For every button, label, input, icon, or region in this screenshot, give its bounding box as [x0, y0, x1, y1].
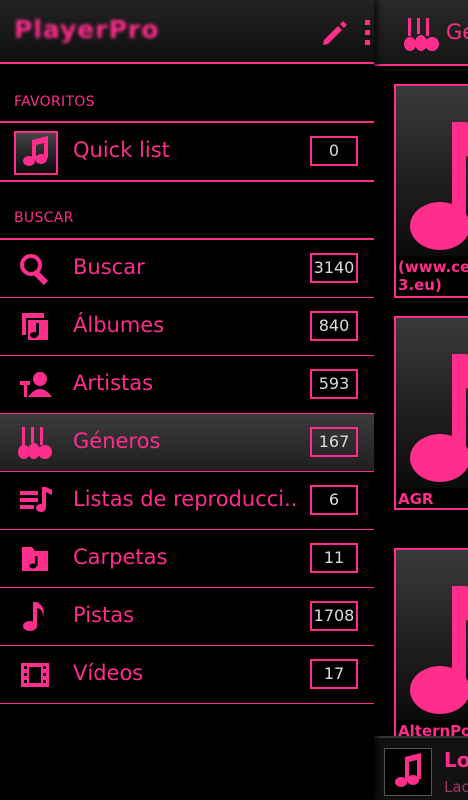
drawer-item-pistas[interactable]: Pistas 1708 [0, 588, 374, 646]
item-count-badge: 840 [310, 311, 358, 341]
app-logo: PlayerPro [14, 15, 160, 44]
genres-title: Ge [446, 20, 468, 44]
playlist-icon [20, 487, 52, 512]
drawer-item-artistas[interactable]: Artistas 593 [0, 356, 374, 414]
guitars-icon [404, 18, 439, 51]
drawer-item-listas[interactable]: Listas de reproducci.. 6 [0, 472, 374, 530]
drawer-item-label: Carpetas [73, 545, 168, 569]
drawer-item-videos[interactable]: Vídeos 17 [0, 646, 374, 704]
drawer-item-label: Buscar [73, 255, 145, 279]
now-playing-title: Lo [444, 748, 468, 772]
track-note-icon [23, 602, 44, 631]
drawer-item-label: Quick list [73, 138, 170, 162]
edit-icon[interactable] [320, 18, 350, 48]
item-count-badge: 0 [310, 136, 358, 166]
overflow-menu-icon[interactable] [362, 18, 372, 48]
albums-icon [22, 313, 50, 342]
item-count-badge: 593 [310, 369, 358, 399]
music-note-icon [410, 354, 468, 482]
folder-icon [22, 547, 48, 571]
item-count-badge: 3140 [310, 253, 358, 283]
genre-caption: AGR [398, 490, 434, 508]
drawer-item-label: Vídeos [73, 661, 144, 685]
drawer-item-label: Artistas [73, 371, 154, 395]
genre-art [396, 550, 468, 720]
item-count-badge: 11 [310, 543, 358, 573]
guitars-icon [18, 427, 52, 459]
item-count-badge: 6 [310, 485, 358, 515]
drawer-item-generos[interactable]: Géneros 167 [0, 414, 374, 472]
section-search: BUSCAR [14, 210, 74, 226]
navigation-drawer: PlayerPro FAVORITOS Quick list 0 BUSCAR … [0, 0, 374, 800]
genres-panel: Ge (www.ce 3.eu) AGR AlternPo [374, 0, 468, 800]
drawer-item-label: Listas de reproducci.. [73, 487, 298, 511]
drawer-item-carpetas[interactable]: Carpetas 11 [0, 530, 374, 588]
drawer-item-label: Álbumes [73, 313, 165, 337]
music-note-icon [410, 586, 468, 714]
app-header: PlayerPro [0, 0, 374, 64]
genre-card[interactable]: AGR [394, 316, 468, 510]
drawer-item-label: Pistas [73, 603, 135, 627]
item-count-badge: 1708 [310, 601, 358, 631]
genre-card[interactable]: AlternPo [394, 548, 468, 742]
genre-art [396, 318, 468, 488]
now-playing-art [384, 748, 432, 796]
item-count-badge: 17 [310, 659, 358, 689]
item-count-badge: 167 [310, 427, 358, 457]
genre-card[interactable]: (www.ce 3.eu) [394, 84, 468, 298]
music-note-icon [14, 131, 58, 175]
divider [0, 703, 374, 704]
genre-art [396, 86, 468, 256]
artists-icon [20, 372, 52, 397]
section-favorites: FAVORITOS [14, 94, 95, 110]
video-icon [21, 663, 49, 687]
divider [0, 180, 374, 182]
drawer-item-albumes[interactable]: Álbumes 840 [0, 298, 374, 356]
drawer-item-label: Géneros [73, 429, 161, 453]
now-playing-bar[interactable]: Lo Lac [374, 736, 468, 800]
genres-header: Ge [374, 0, 468, 66]
music-note-icon [410, 122, 468, 250]
drawer-item-buscar[interactable]: Buscar 3140 [0, 240, 374, 298]
search-icon [20, 254, 49, 286]
now-playing-artist: Lac [444, 778, 468, 796]
drawer-item-quick-list[interactable]: Quick list 0 [0, 123, 374, 181]
music-note-icon [395, 753, 421, 787]
genre-caption: (www.ce 3.eu) [398, 258, 468, 294]
